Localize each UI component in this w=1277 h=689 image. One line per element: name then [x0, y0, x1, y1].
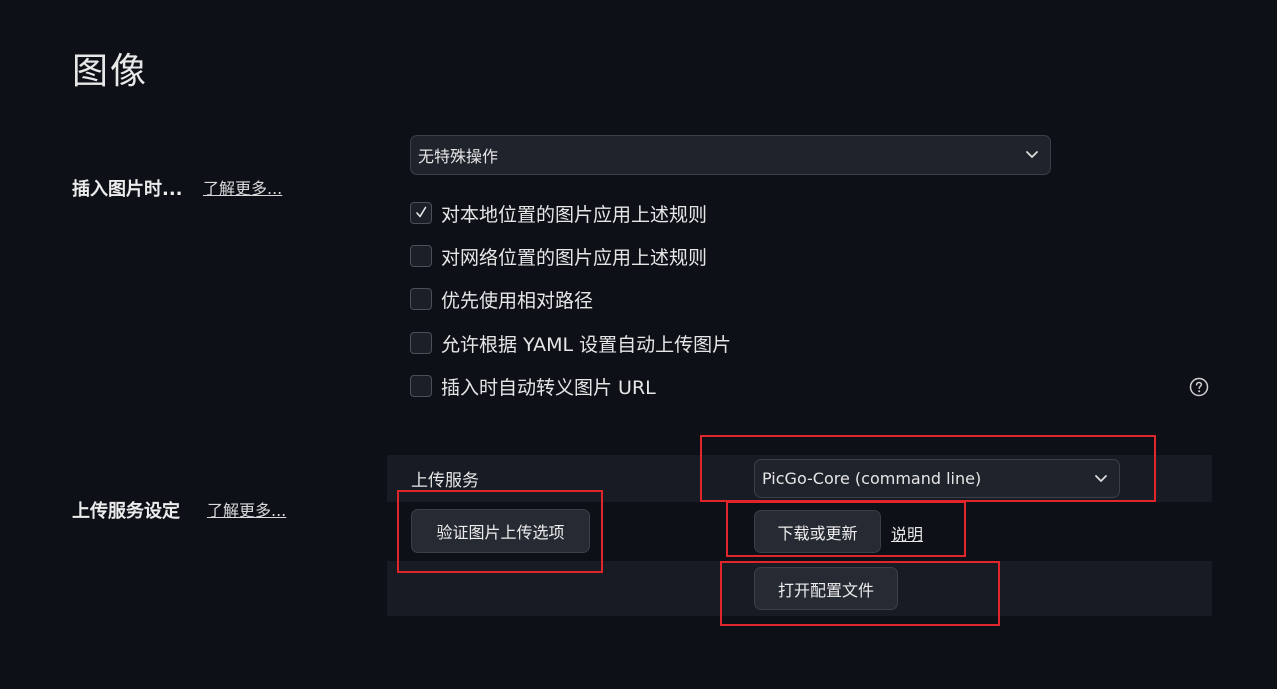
option-relative-path-label: 优先使用相对路径 [441, 289, 594, 312]
download-update-button[interactable]: 下载或更新 [754, 510, 881, 553]
option-apply-network-row[interactable]: 对网络位置的图片应用上述规则 [410, 243, 707, 269]
option-yaml-upload-checkbox[interactable] [410, 332, 432, 354]
option-yaml-upload-row[interactable]: 允许根据 YAML 设置自动上传图片 [410, 330, 731, 356]
settings-page: 图像 插入图片时... 了解更多... 无特殊操作 对本地位置的图片应用上述规则… [0, 0, 1277, 689]
open-config-file-button[interactable]: 打开配置文件 [754, 567, 898, 610]
instructions-link[interactable]: 说明 [891, 521, 923, 545]
option-apply-local-checkbox[interactable] [410, 202, 432, 224]
upload-service-learn-more-link[interactable]: 了解更多... [207, 497, 286, 521]
option-apply-network-checkbox[interactable] [410, 245, 432, 267]
chevron-down-icon [1026, 151, 1038, 158]
option-relative-path-row[interactable]: 优先使用相对路径 [410, 286, 593, 312]
upload-service-select[interactable]: PicGo-Core (command line) [754, 459, 1120, 498]
insert-image-learn-more-link[interactable]: 了解更多... [203, 175, 282, 199]
insert-image-action-value: 无特殊操作 [418, 147, 499, 166]
option-escape-url-checkbox[interactable] [410, 375, 432, 397]
question-circle-icon[interactable] [1189, 377, 1209, 397]
option-escape-url-row[interactable]: 插入时自动转义图片 URL [410, 373, 656, 399]
chevron-down-icon [1095, 474, 1107, 482]
checkmark-icon [416, 206, 427, 218]
upload-service-label: 上传服务设定 [72, 501, 180, 522]
page-title: 图像 [72, 51, 149, 92]
upload-service-value: PicGo-Core (command line) [762, 469, 982, 488]
insert-image-label: 插入图片时... [72, 179, 183, 200]
option-apply-local-label: 对本地位置的图片应用上述规则 [441, 203, 708, 226]
option-apply-network-label: 对网络位置的图片应用上述规则 [441, 246, 708, 269]
insert-image-action-select[interactable]: 无特殊操作 [410, 135, 1051, 175]
verify-upload-button[interactable]: 验证图片上传选项 [411, 509, 590, 553]
upload-service-row-label: 上传服务 [411, 471, 479, 491]
option-yaml-upload-label: 允许根据 YAML 设置自动上传图片 [441, 333, 732, 356]
option-relative-path-checkbox[interactable] [410, 288, 432, 310]
option-apply-local-row[interactable]: 对本地位置的图片应用上述规则 [410, 200, 707, 226]
option-escape-url-label: 插入时自动转义图片 URL [441, 376, 656, 399]
